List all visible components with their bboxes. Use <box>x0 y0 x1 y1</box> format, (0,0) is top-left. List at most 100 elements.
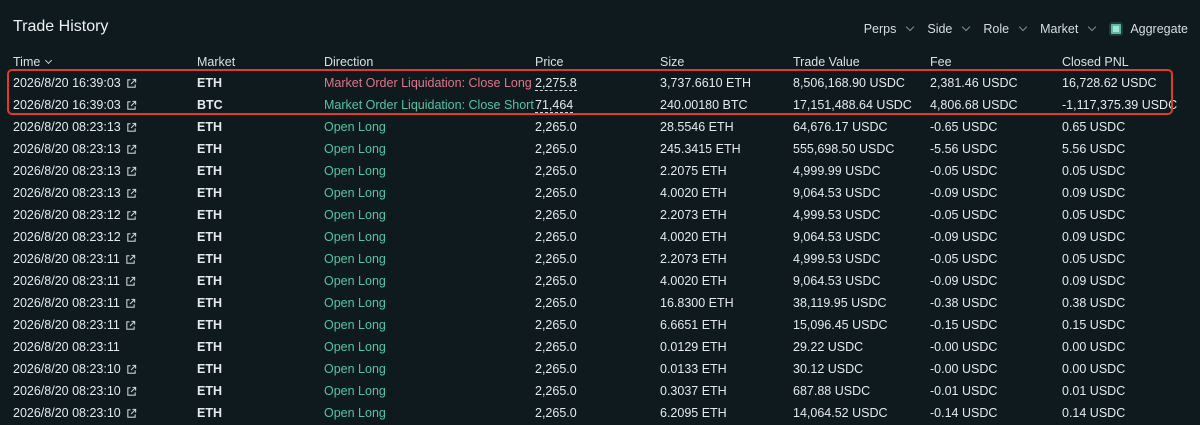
size-cell: 2.2073 ETH <box>660 208 727 222</box>
time-cell: 2026/8/20 08:23:12 <box>13 230 137 244</box>
size-cell: 4.0020 ETH <box>660 274 727 288</box>
closed-pnl-cell: 0.38 USDC <box>1062 296 1126 310</box>
external-link-icon[interactable] <box>126 386 137 397</box>
closed-pnl-cell: 0.09 USDC <box>1062 274 1126 288</box>
closed-pnl-cell: 0.65 USDC <box>1062 120 1126 134</box>
external-link-icon[interactable] <box>126 144 137 155</box>
closed-pnl-cell: 0.05 USDC <box>1062 208 1126 222</box>
direction-cell: Open Long <box>324 252 386 266</box>
size-cell: 28.5546 ETH <box>660 120 734 134</box>
market-cell: ETH <box>197 384 222 398</box>
time-cell: 2026/8/20 08:23:10 <box>13 406 137 420</box>
table-row: 2026/8/20 16:39:03 BTC Market Order Liquid… <box>0 94 1200 116</box>
fee-cell: -0.00 USDC <box>930 340 998 354</box>
filter-role[interactable]: Role <box>983 22 1028 36</box>
external-link-icon[interactable] <box>126 166 137 177</box>
external-link-icon[interactable] <box>126 210 137 221</box>
trade-value-cell: 17,151,488.64 USDC <box>793 98 912 112</box>
external-link-icon[interactable] <box>126 78 137 89</box>
table-row: 2026/8/20 08:23:11 ETH Open Long 2,265.0 4.0… <box>0 270 1200 292</box>
external-link-icon[interactable] <box>126 364 137 375</box>
time-value: 2026/8/20 08:23:11 <box>13 274 120 288</box>
column-header-closed-pnl: Closed PNL <box>1062 55 1129 69</box>
price-cell: 2,265.0 <box>535 406 577 420</box>
market-cell: ETH <box>197 406 222 420</box>
table-row: 2026/8/20 08:23:11 ETH Open Long 2,265.0 2.2… <box>0 248 1200 270</box>
price-cell: 2,265.0 <box>535 186 577 200</box>
price-cell: 2,265.0 <box>535 164 577 178</box>
market-cell: ETH <box>197 274 222 288</box>
filter-side[interactable]: Side <box>927 22 971 36</box>
column-header-time[interactable]: Time <box>13 55 53 69</box>
aggregate-checkbox[interactable] <box>1109 22 1124 36</box>
price-cell: 2,265.0 <box>535 296 577 310</box>
filter-market[interactable]: Market <box>1040 22 1097 36</box>
time-value: 2026/8/20 08:23:13 <box>13 186 121 200</box>
fee-cell: -5.56 USDC <box>930 142 998 156</box>
direction-cell: Open Long <box>324 340 386 354</box>
trade-value-cell: 4,999.53 USDC <box>793 208 881 222</box>
time-value: 2026/8/20 08:23:10 <box>13 406 121 420</box>
fee-cell: -0.00 USDC <box>930 362 998 376</box>
fee-cell: 2,381.46 USDC <box>930 76 1018 90</box>
filter-perps-label: Perps <box>863 22 897 36</box>
external-link-icon[interactable] <box>126 100 137 111</box>
market-cell: ETH <box>197 120 222 134</box>
direction-cell: Open Long <box>324 186 386 200</box>
time-value: 2026/8/20 08:23:10 <box>13 384 121 398</box>
price-value: 2,265.0 <box>535 340 577 354</box>
time-value: 2026/8/20 08:23:11 <box>13 296 120 310</box>
market-cell: ETH <box>197 340 222 354</box>
direction-cell: Open Long <box>324 274 386 288</box>
filter-perps[interactable]: Perps <box>863 22 915 36</box>
table-row: 2026/8/20 08:23:11 ETH Open Long 2,265.0 6.6… <box>0 314 1200 336</box>
time-cell: 2026/8/20 08:23:11 <box>13 252 136 266</box>
time-value: 2026/8/20 08:23:11 <box>13 318 120 332</box>
chevron-down-icon <box>1018 22 1028 32</box>
market-cell: ETH <box>197 164 222 178</box>
price-cell: 2,265.0 <box>535 318 577 332</box>
table-row: 2026/8/20 08:23:11 ETH Open Long 2,265.0 16.… <box>0 292 1200 314</box>
closed-pnl-cell: 5.56 USDC <box>1062 142 1126 156</box>
price-value: 2,265.0 <box>535 120 577 134</box>
external-link-icon[interactable] <box>125 320 136 331</box>
trade-value-cell: 4,999.99 USDC <box>793 164 881 178</box>
external-link-icon[interactable] <box>125 276 136 287</box>
trade-value-cell: 8,506,168.90 USDC <box>793 76 905 90</box>
table-row: 2026/8/20 16:39:03 ETH Market Order Liquid… <box>0 72 1200 94</box>
price-value: 2,265.0 <box>535 208 577 222</box>
external-link-icon[interactable] <box>126 122 137 133</box>
size-cell: 245.3415 ETH <box>660 142 741 156</box>
price-value: 2,265.0 <box>535 164 577 178</box>
external-link-icon[interactable] <box>125 254 136 265</box>
price-cell: 2,265.0 <box>535 142 577 156</box>
closed-pnl-cell: 0.05 USDC <box>1062 164 1126 178</box>
trade-value-cell: 15,096.45 USDC <box>793 318 888 332</box>
price-value[interactable]: 71,464 <box>535 98 574 113</box>
chevron-down-icon <box>906 22 915 32</box>
trade-value-cell: 9,064.53 USDC <box>793 274 881 288</box>
external-link-icon[interactable] <box>126 188 137 199</box>
market-cell: ETH <box>197 186 222 200</box>
external-link-icon[interactable] <box>126 408 137 419</box>
price-value[interactable]: 2,275.8 <box>535 76 577 91</box>
time-value: 2026/8/20 16:39:03 <box>13 76 121 90</box>
size-cell: 0.0129 ETH <box>660 340 727 354</box>
price-value: 2,265.0 <box>535 274 577 288</box>
price-value: 2,265.0 <box>535 296 577 310</box>
external-link-icon[interactable] <box>125 298 136 309</box>
direction-cell: Market Order Liquidation: Close Short <box>324 98 534 112</box>
fee-cell: -0.15 USDC <box>930 318 998 332</box>
external-link-icon[interactable] <box>126 232 137 243</box>
time-value: 2026/8/20 08:23:13 <box>13 142 121 156</box>
time-cell: 2026/8/20 08:23:11 <box>13 318 136 332</box>
filter-market-label: Market <box>1040 22 1079 36</box>
table-row: 2026/8/20 08:23:10 ETH Open Long 2,265.0 0.3… <box>0 380 1200 402</box>
price-value: 2,265.0 <box>535 318 577 332</box>
time-value: 2026/8/20 08:23:12 <box>13 208 121 222</box>
time-cell: 2026/8/20 08:23:13 <box>13 142 137 156</box>
size-cell: 2.2073 ETH <box>660 252 727 266</box>
aggregate-toggle[interactable]: Aggregate <box>1109 22 1188 36</box>
direction-cell: Open Long <box>324 406 386 420</box>
fee-cell: -0.14 USDC <box>930 406 998 420</box>
